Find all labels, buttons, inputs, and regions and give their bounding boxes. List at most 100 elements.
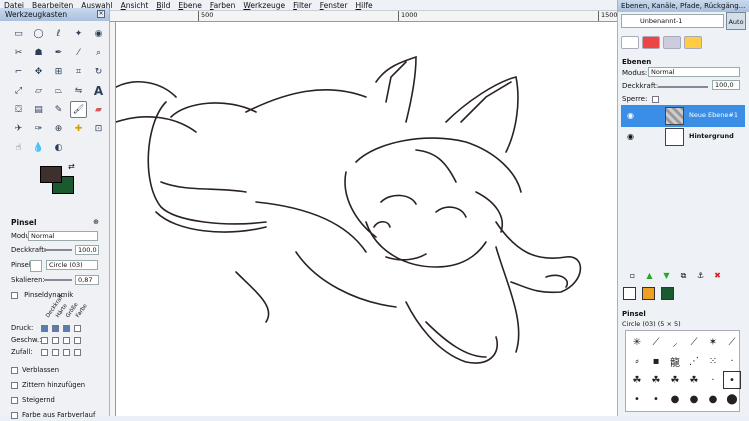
dyn-checkbox[interactable] bbox=[74, 348, 82, 356]
brush-item[interactable]: ⸗ bbox=[628, 352, 646, 370]
shear-icon[interactable]: ▱ bbox=[30, 82, 47, 99]
blur-icon[interactable]: 💧 bbox=[30, 139, 47, 156]
brush-item-selected[interactable]: • bbox=[723, 371, 741, 389]
layer-opacity-input[interactable]: 100,0 bbox=[712, 80, 740, 90]
brush-item[interactable]: ● bbox=[666, 390, 684, 408]
blend-icon[interactable]: ▤ bbox=[30, 101, 47, 118]
lower-layer-icon[interactable]: ▼ bbox=[660, 270, 673, 281]
measure-icon[interactable]: ⌐ bbox=[10, 63, 27, 80]
clone-icon[interactable]: ⊕ bbox=[50, 120, 67, 137]
text-icon[interactable]: A bbox=[90, 82, 107, 99]
zoom-icon[interactable]: ⌕ bbox=[90, 44, 107, 61]
scale-slider[interactable] bbox=[44, 279, 72, 281]
dyn-checkbox[interactable] bbox=[41, 324, 49, 332]
palette-swatch[interactable] bbox=[623, 287, 636, 300]
menu-ebene[interactable]: Ebene bbox=[174, 0, 206, 10]
image-select[interactable]: Unbenannt-1 bbox=[621, 14, 724, 28]
fuzzy-select-icon[interactable]: ✦ bbox=[70, 25, 87, 42]
move-icon[interactable]: ✥ bbox=[30, 63, 47, 80]
scale-icon[interactable]: ⤢ bbox=[10, 82, 27, 99]
flip-icon[interactable]: ⇋ bbox=[70, 82, 87, 99]
lock-checkbox[interactable] bbox=[652, 96, 659, 103]
auto-button[interactable]: Auto bbox=[726, 12, 746, 30]
brush-item[interactable]: ☘ bbox=[628, 371, 646, 389]
raise-layer-icon[interactable]: ▲ bbox=[643, 270, 656, 281]
dyn-checkbox[interactable] bbox=[52, 348, 60, 356]
brush-item[interactable]: ⁙ bbox=[704, 352, 722, 370]
image-canvas[interactable] bbox=[116, 22, 617, 416]
ink-icon[interactable]: ✑ bbox=[30, 120, 47, 137]
mode-select[interactable]: Normal bbox=[28, 231, 98, 241]
dyn-checkbox[interactable] bbox=[63, 336, 71, 344]
opacity-slider[interactable] bbox=[44, 249, 72, 251]
menu-farben[interactable]: Farben bbox=[206, 0, 239, 10]
paths-icon[interactable]: ✒ bbox=[50, 44, 67, 61]
brush-preview[interactable] bbox=[30, 260, 42, 272]
brush-item[interactable]: ✶ bbox=[704, 333, 722, 351]
layer-opacity-slider[interactable] bbox=[658, 86, 708, 88]
duplicate-layer-icon[interactable]: ⧉ bbox=[677, 270, 690, 281]
gradient-checkbox[interactable] bbox=[11, 411, 18, 419]
perspective-icon[interactable]: ⏢ bbox=[50, 82, 67, 99]
palette-swatch[interactable] bbox=[661, 287, 675, 300]
paintbrush-icon[interactable]: 🖌 bbox=[70, 101, 87, 118]
brush-item[interactable]: ☘ bbox=[647, 371, 665, 389]
dyn-checkbox[interactable] bbox=[74, 336, 82, 344]
menu-ansicht[interactable]: Ansicht bbox=[117, 0, 153, 10]
channels-tab-icon[interactable] bbox=[642, 36, 660, 49]
dyn-checkbox[interactable] bbox=[41, 348, 49, 356]
anchor-layer-icon[interactable]: ⚓ bbox=[694, 270, 707, 281]
color-select-icon[interactable]: ◉ bbox=[90, 25, 107, 42]
brush-item[interactable]: ⟋ bbox=[685, 333, 703, 351]
layer-row[interactable]: ◉ Hintergrund bbox=[621, 126, 745, 148]
brush-item[interactable]: · bbox=[704, 371, 722, 389]
brush-item[interactable]: ⸝ bbox=[666, 333, 684, 351]
paths-tab-icon[interactable] bbox=[663, 36, 681, 49]
brush-item[interactable]: 龍 bbox=[666, 352, 684, 370]
jitter-checkbox[interactable] bbox=[11, 381, 18, 389]
layer-row[interactable]: ◉ Neue Ebene#1 bbox=[621, 105, 745, 127]
undo-tab-icon[interactable] bbox=[684, 36, 702, 49]
brush-item[interactable]: • bbox=[647, 390, 665, 408]
opacity-input[interactable]: 100,0 bbox=[75, 245, 99, 255]
dyn-checkbox[interactable] bbox=[63, 348, 71, 356]
swap-colors-icon[interactable]: ⇄ bbox=[68, 162, 75, 171]
brush-item[interactable]: ⬤ bbox=[723, 390, 741, 408]
bucket-fill-icon[interactable]: ⛋ bbox=[10, 101, 27, 118]
dyn-checkbox[interactable] bbox=[52, 324, 60, 332]
close-icon[interactable]: × bbox=[97, 10, 105, 18]
foreground-color[interactable] bbox=[40, 166, 62, 183]
brush-item[interactable]: ✳ bbox=[628, 333, 646, 351]
brush-item[interactable]: ☘ bbox=[666, 371, 684, 389]
fade-checkbox[interactable] bbox=[11, 366, 18, 374]
incremental-checkbox[interactable] bbox=[11, 396, 18, 404]
brush-item[interactable]: ● bbox=[685, 390, 703, 408]
brush-item[interactable]: ▪ bbox=[647, 352, 665, 370]
pencil-icon[interactable]: ✎ bbox=[50, 101, 67, 118]
dyn-checkbox[interactable] bbox=[74, 324, 82, 332]
menu-hilfe[interactable]: Hilfe bbox=[352, 0, 377, 10]
brush-item[interactable]: ● bbox=[704, 390, 722, 408]
new-layer-icon[interactable]: ▫ bbox=[626, 270, 639, 281]
eye-icon[interactable]: ◉ bbox=[627, 111, 634, 120]
menu-fenster[interactable]: Fenster bbox=[316, 0, 352, 10]
rect-select-icon[interactable]: ▭ bbox=[10, 25, 27, 42]
eraser-icon[interactable]: ▰ bbox=[90, 101, 107, 118]
dynamics-expander[interactable] bbox=[11, 291, 18, 299]
brush-item[interactable]: ⟋ bbox=[647, 333, 665, 351]
brush-item[interactable]: • bbox=[628, 390, 646, 408]
foreground-select-icon[interactable]: ☗ bbox=[30, 44, 47, 61]
ellipse-select-icon[interactable]: ◯ bbox=[30, 25, 47, 42]
layer-mode-select[interactable]: Normal bbox=[648, 67, 740, 77]
menu-filter[interactable]: Filter bbox=[289, 0, 316, 10]
dodge-burn-icon[interactable]: ◐ bbox=[50, 139, 67, 156]
rotate-icon[interactable]: ↻ bbox=[90, 63, 107, 80]
dyn-checkbox[interactable] bbox=[63, 324, 71, 332]
lasso-icon[interactable]: ℓ bbox=[50, 25, 67, 42]
heal-icon[interactable]: ✚ bbox=[70, 120, 87, 137]
dyn-checkbox[interactable] bbox=[52, 336, 60, 344]
menu-bild[interactable]: Bild bbox=[152, 0, 174, 10]
layers-tab-icon[interactable] bbox=[621, 36, 639, 49]
perspective-clone-icon[interactable]: ⊡ bbox=[90, 120, 107, 137]
scissors-icon[interactable]: ✂ bbox=[10, 44, 27, 61]
